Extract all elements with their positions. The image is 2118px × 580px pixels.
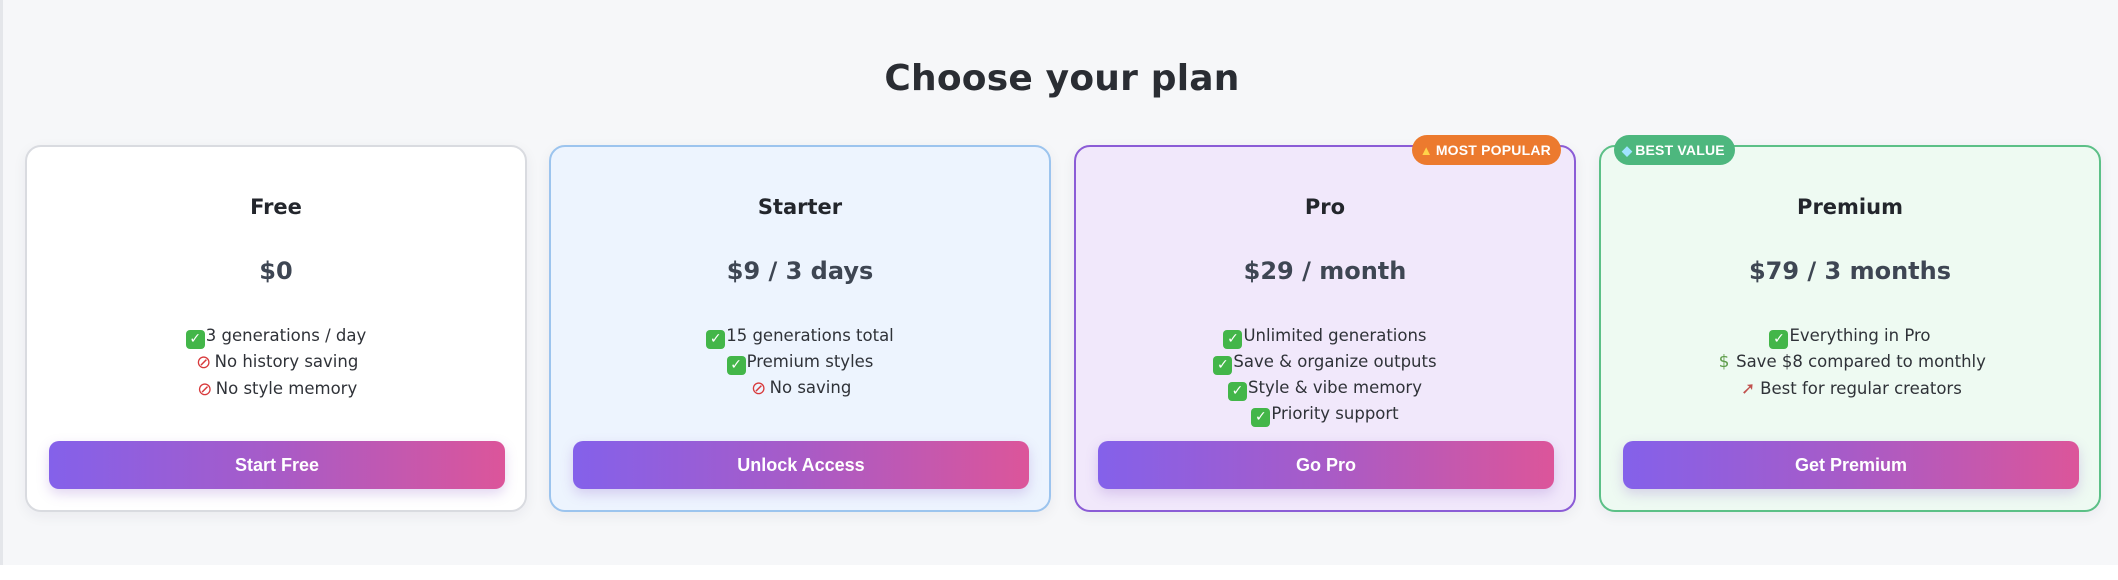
- check-icon: ✓: [1223, 330, 1243, 349]
- feature-item: ✓ Style & vibe memory: [1076, 375, 1574, 401]
- badge-label: BEST VALUE: [1635, 142, 1725, 158]
- feature-item: ⊘ No saving: [551, 375, 1049, 402]
- plan-price: $29 / month: [1243, 257, 1407, 285]
- plan-price: $0: [259, 257, 293, 285]
- plan-name: Starter: [757, 195, 843, 219]
- no-entry-icon: ⊘: [197, 378, 213, 400]
- most-popular-badge: ▲ MOST POPULAR: [1411, 135, 1561, 165]
- rocket-icon: ➚: [1741, 378, 1756, 399]
- feature-item: ➚ Best for regular creators: [1601, 376, 2099, 403]
- feature-list: ✓ Unlimited generations ✓ Save & organize …: [1076, 323, 1574, 427]
- feature-list: ✓ Everything in Pro $ Save $8 compared to …: [1601, 323, 2099, 402]
- feature-item: ✓ Premium styles: [551, 349, 1049, 375]
- feature-text: 15 generations total: [726, 326, 894, 345]
- feature-text: Style & vibe memory: [1248, 378, 1422, 397]
- feature-item: ✓ Priority support: [1076, 401, 1574, 427]
- feature-item: ✓ Unlimited generations: [1076, 323, 1574, 349]
- plan-price: $9 / 3 days: [726, 257, 874, 285]
- feature-text: No style memory: [215, 378, 358, 398]
- feature-item: ⊘ No style memory: [27, 376, 525, 403]
- check-icon: ✓: [1228, 382, 1248, 401]
- best-value-badge: ◆ BEST VALUE: [1614, 135, 1735, 165]
- start-free-button[interactable]: Start Free: [49, 441, 505, 489]
- unlock-access-button[interactable]: Unlock Access: [573, 441, 1029, 489]
- plan-card-premium: ◆ BEST VALUE Premium $79 / 3 months ✓ Ever…: [1599, 135, 2101, 512]
- plan-card-free: Free $0 ✓ 3 generations / day ⊘ No history…: [25, 145, 527, 512]
- check-icon: ✓: [185, 330, 205, 349]
- plan-cards: Free $0 ✓ 3 generations / day ⊘ No history…: [25, 135, 2101, 512]
- feature-list: ✓ 15 generations total ✓ Premium styles ⊘ N…: [551, 323, 1049, 402]
- money-icon: $: [1718, 352, 1730, 372]
- feature-text: Premium styles: [746, 352, 874, 371]
- page-title: Choose your plan: [884, 58, 1240, 99]
- check-icon: ✓: [706, 330, 726, 349]
- plan-name: Free: [250, 195, 302, 219]
- get-premium-button[interactable]: Get Premium: [1623, 441, 2079, 489]
- page-footer-strip: [0, 565, 2118, 580]
- feature-text: Unlimited generations: [1243, 326, 1427, 345]
- go-pro-button[interactable]: Go Pro: [1098, 441, 1554, 489]
- feature-text: Everything in Pro: [1789, 326, 1931, 345]
- check-icon: ✓: [1213, 356, 1233, 375]
- plan-card-starter: Starter $9 / 3 days ✓ 15 generations tota…: [549, 145, 1051, 512]
- no-entry-icon: ⊘: [196, 352, 212, 373]
- feature-text: Save $8 compared to monthly: [1736, 352, 1986, 371]
- feature-list: ✓ 3 generations / day ⊘ No history saving …: [27, 323, 525, 402]
- check-icon: ✓: [1769, 330, 1789, 349]
- no-entry-icon: ⊘: [751, 378, 767, 399]
- feature-text: Best for regular creators: [1760, 378, 1962, 398]
- feature-text: Save & organize outputs: [1233, 352, 1437, 371]
- plan-name: Pro: [1304, 195, 1346, 219]
- feature-text: No history saving: [214, 352, 359, 371]
- check-icon: ✓: [1251, 408, 1271, 427]
- feature-item: ⊘ No history saving: [27, 349, 525, 376]
- gem-icon: ◆: [1622, 143, 1633, 158]
- feature-text: 3 generations / day: [205, 326, 367, 345]
- badge-label: MOST POPULAR: [1435, 142, 1551, 158]
- feature-text: Priority support: [1271, 404, 1399, 423]
- plan-price: $79 / 3 months: [1748, 257, 1952, 285]
- plan-name: Premium: [1797, 195, 1903, 219]
- feature-item: ✓ 15 generations total: [551, 323, 1049, 349]
- pricing-page: Choose your plan Free $0 ✓ 3 generations …: [0, 0, 2118, 565]
- check-icon: ✓: [726, 356, 746, 375]
- fire-icon: ▲: [1419, 143, 1433, 158]
- feature-item: $ Save $8 compared to monthly: [1601, 349, 2099, 376]
- feature-item: ✓ Save & organize outputs: [1076, 349, 1574, 375]
- feature-text: No saving: [769, 378, 852, 397]
- feature-item: ✓ 3 generations / day: [27, 323, 525, 349]
- plan-card-pro: ▲ MOST POPULAR Pro $29 / month ✓ Unlimited…: [1074, 135, 1576, 512]
- feature-item: ✓ Everything in Pro: [1601, 323, 2099, 349]
